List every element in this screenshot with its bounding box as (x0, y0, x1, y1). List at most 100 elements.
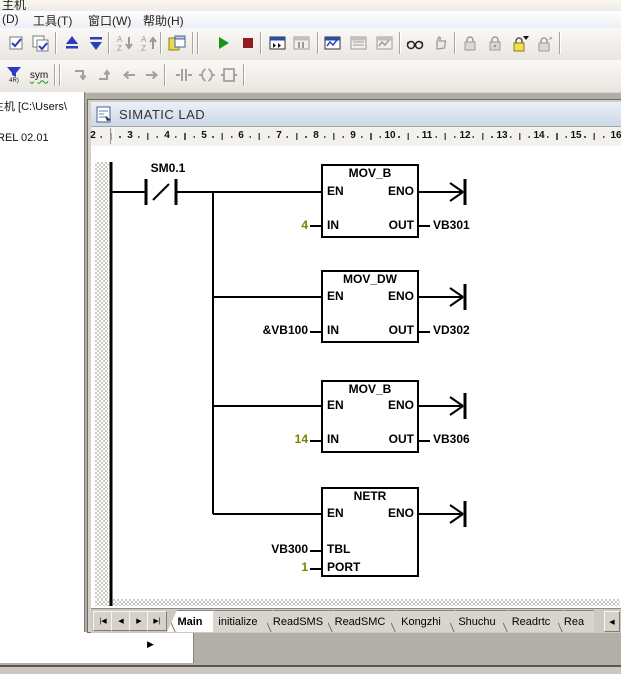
ruler-number: 6 (231, 130, 251, 141)
coil-element-icon[interactable] (196, 64, 218, 86)
compile-all-check-icon[interactable] (30, 32, 52, 54)
toolbar-separator (192, 32, 194, 54)
ladder-network (91, 146, 621, 608)
sort-descending-icon[interactable]: AZ (114, 32, 136, 54)
address-filter-label: 4R) (9, 78, 19, 84)
toolbar-separator (243, 64, 245, 86)
stop-icon[interactable] (237, 32, 259, 54)
project-tree-pane: 主机 [C:\Users\ REL 02.01 (0, 92, 85, 632)
block2-pin-eno: ENO (324, 290, 414, 303)
svg-text:Z: Z (141, 44, 146, 53)
menu-item-help[interactable]: 帮助(H) (143, 12, 184, 29)
upload-icon[interactable] (61, 32, 83, 54)
tab-initialize[interactable]: initialize (204, 610, 272, 632)
lock-unprotect-icon[interactable] (534, 32, 556, 54)
menu-item-window[interactable]: 窗口(W) (88, 12, 131, 29)
block4-tbl-operand[interactable]: VB300 (230, 543, 308, 556)
address-filter-icon[interactable]: 4R) (3, 64, 25, 86)
tab-prev-button[interactable]: ◀ (111, 611, 131, 631)
block1-pin-out: OUT (324, 219, 414, 232)
tree-item-cpu-firmware[interactable]: REL 02.01 (0, 132, 49, 144)
branch-up-icon[interactable] (94, 64, 116, 86)
pou-tab-strip: |◀ ◀ ▶ ▶| Main initialize ReadSMS ReadSM… (91, 608, 621, 633)
block1-pin-eno: ENO (324, 185, 414, 198)
tab-readsms[interactable]: ReadSMS (263, 610, 333, 632)
block1-in-operand[interactable]: 4 (230, 219, 308, 232)
branch-down-icon[interactable] (70, 64, 92, 86)
ruler-separator (110, 128, 114, 144)
ruler-number: 5 (194, 130, 214, 141)
ruler-number: 12 (455, 130, 475, 141)
svg-text:Z: Z (117, 44, 122, 53)
run-icon[interactable] (212, 32, 234, 54)
tab-next-button[interactable]: ▶ (129, 611, 149, 631)
block1-title[interactable]: MOV_B (322, 167, 418, 180)
svg-text:A: A (141, 35, 147, 44)
program-status-pause-icon[interactable] (291, 32, 313, 54)
toolbar-separator (317, 32, 319, 54)
window-title: 主机 (2, 0, 26, 11)
lock-write-icon[interactable] (484, 32, 506, 54)
line-right-icon[interactable] (141, 64, 163, 86)
toolbar-separator (54, 64, 56, 86)
paste-special-icon[interactable] (166, 32, 188, 54)
menu-item-debug-partial[interactable]: (D) (2, 12, 19, 26)
lad-window-titlebar[interactable]: SIMATIC LAD (91, 102, 621, 126)
tab-shuchu[interactable]: Shuchu (446, 610, 508, 632)
download-icon[interactable] (85, 32, 107, 54)
tab-last-button[interactable]: ▶| (147, 611, 167, 631)
block4-pin-eno: ENO (324, 507, 414, 520)
force-hand-icon[interactable] (429, 32, 451, 54)
pou-tabs: Main initialize ReadSMS ReadSMC Kongzhi … (167, 610, 594, 632)
wrap-arrow (418, 501, 465, 527)
compile-check-icon[interactable] (6, 32, 28, 54)
tab-readrtc[interactable]: Readrtc (499, 610, 563, 632)
chart-status-pause-icon[interactable] (348, 32, 370, 54)
block2-title[interactable]: MOV_DW (322, 273, 418, 286)
block3-pin-eno: ENO (324, 399, 414, 412)
ruler-number: 2 (83, 130, 103, 141)
sort-ascending-icon[interactable]: AZ (138, 32, 160, 54)
program-status-icon[interactable] (267, 32, 289, 54)
block4-title[interactable]: NETR (322, 490, 418, 503)
block3-title[interactable]: MOV_B (322, 383, 418, 396)
sym-label: sym (30, 70, 48, 81)
tab-main[interactable]: Main (167, 610, 213, 632)
block2-out-operand[interactable]: VD302 (433, 324, 470, 337)
tree-hscroll-right-arrow-icon[interactable]: ▶ (147, 639, 154, 650)
chart-status-icon[interactable] (322, 32, 344, 54)
lock-protect-menu-icon[interactable] (509, 32, 531, 54)
svg-text:A: A (117, 35, 123, 44)
tab-scroll-left-button[interactable]: ◀ (604, 611, 620, 632)
lad-window-title: SIMATIC LAD (119, 107, 205, 122)
contact-element-icon[interactable] (173, 64, 195, 86)
monitor-glasses-icon[interactable] (404, 32, 426, 54)
box-element-icon[interactable] (218, 64, 240, 86)
wrap-arrow (418, 179, 465, 205)
tab-kongzhi[interactable]: Kongzhi (387, 610, 455, 632)
block4-port-operand[interactable]: 1 (230, 561, 308, 574)
tab-readsmc[interactable]: ReadSMC (324, 610, 396, 632)
block4-pin-tbl: TBL (327, 543, 350, 556)
toolbar-separator (59, 64, 61, 86)
tab-first-button[interactable]: |◀ (93, 611, 113, 631)
line-left-icon[interactable] (118, 64, 140, 86)
tree-pane-bottom-strip: ▶ (0, 632, 194, 663)
toolbar-separator (399, 32, 401, 54)
window-titlebar[interactable]: 主机 (0, 0, 621, 11)
contact-operand[interactable]: SM0.1 (140, 162, 196, 175)
toolbar-separator (55, 32, 57, 54)
application-window: 主机 (D) 工具(T) 窗口(W) 帮助(H) AZ AZ (0, 0, 621, 674)
block4-pin-port: PORT (327, 561, 360, 574)
block1-out-operand[interactable]: VB301 (433, 219, 470, 232)
menu-item-tools[interactable]: 工具(T) (33, 12, 72, 29)
tree-item-project[interactable]: 主机 [C:\Users\ (0, 98, 67, 114)
symbolic-addressing-icon[interactable]: sym (28, 64, 50, 86)
block3-out-operand[interactable]: VB306 (433, 433, 470, 446)
ruler-number: 8 (306, 130, 326, 141)
block2-in-operand[interactable]: &VB100 (230, 324, 308, 337)
ruler-number: 7 (269, 130, 289, 141)
block3-in-operand[interactable]: 14 (230, 433, 308, 446)
lock-read-icon[interactable] (459, 32, 481, 54)
chart-status-write-icon[interactable] (374, 32, 396, 54)
